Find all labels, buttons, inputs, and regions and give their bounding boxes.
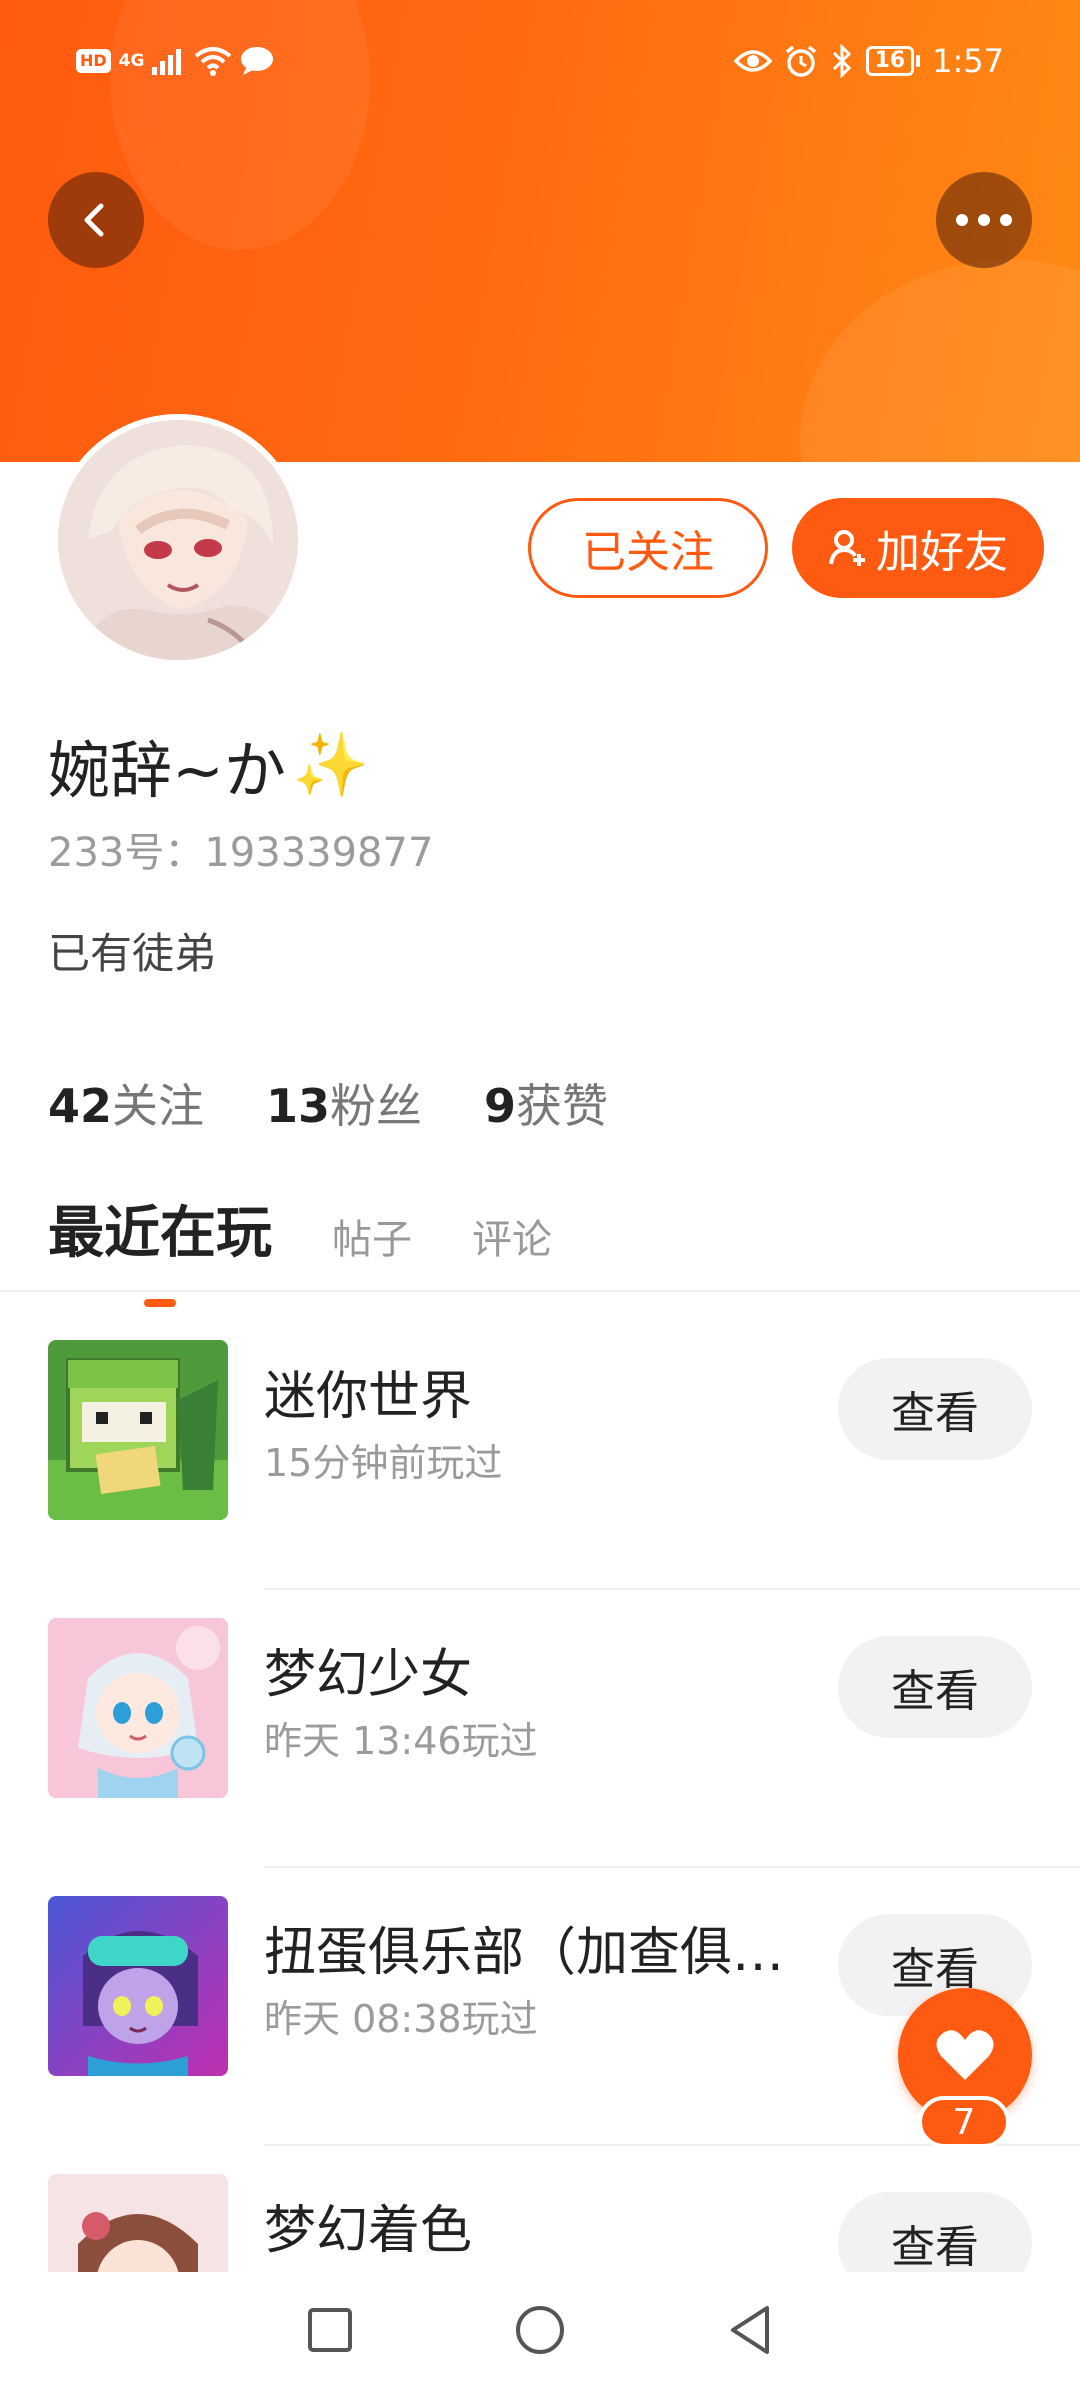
list-item[interactable]: 梦幻少女 昨天 13:46玩过 查看 [0,1590,1080,1868]
add-friend-button[interactable]: 加好友 [792,498,1044,598]
game-name: 梦幻少女 [264,1645,473,1705]
tab-recently-played[interactable]: 最近在玩 [48,1188,272,1307]
stat-label: 获赞 [516,1079,609,1133]
eye-icon [733,50,772,72]
list-item[interactable]: 迷你世界 15分钟前玩过 查看 [0,1312,1080,1590]
stat-number: 13 [266,1079,331,1133]
followed-button[interactable]: 已关注 [528,498,768,598]
sparkles-icon: ✨ [291,728,370,801]
profile-tabs: 最近在玩 帖子 评论 [48,1188,552,1307]
back-button[interactable] [48,172,144,268]
stat-number: 9 [484,1079,517,1133]
game-icon [48,1340,228,1520]
system-nav-bar [0,2272,1080,2388]
stat-label: 粉丝 [330,1079,423,1133]
stat-fans[interactable]: 13粉丝 [266,1070,422,1136]
avatar[interactable] [52,414,304,666]
stat-likes[interactable]: 9获赞 [484,1070,608,1136]
triangle-back-icon [731,2306,769,2354]
status-time: 1:57 [932,42,1004,80]
username: 婉辞~か ✨ [48,720,369,810]
home-button[interactable] [510,2300,570,2360]
game-name: 迷你世界 [264,1367,473,1427]
game-name: 梦幻着色 [264,2201,473,2261]
like-count-badge: 7 [918,2096,1010,2148]
view-button[interactable]: 查看 [838,1358,1032,1460]
banner-decoration [800,260,1080,462]
signal-icon [152,49,182,75]
bluetooth-icon [832,44,851,78]
network-type: 4G [118,51,145,71]
wifi-icon [195,47,232,76]
profile-banner: HD 4G 16 1:57 [0,0,1080,462]
more-dots-icon [956,214,1012,226]
recents-button[interactable] [300,2300,360,2360]
chevron-left-icon [84,203,104,237]
message-icon [241,47,274,75]
tab-comments[interactable]: 评论 [472,1207,552,1269]
stat-label: 关注 [112,1079,205,1133]
hd-badge: HD [76,49,111,73]
game-last-played: 15分钟前玩过 [264,1441,503,1485]
game-last-played: 昨天 13:46玩过 [264,1719,538,1763]
stat-number: 42 [48,1079,113,1133]
user-id: 233号：193339877 [48,830,434,876]
game-icon [48,1896,228,2076]
more-options-button[interactable] [936,172,1032,268]
username-text: 婉辞~か [48,734,286,807]
stat-following[interactable]: 42关注 [48,1070,204,1136]
add-user-icon [829,530,865,566]
tab-label: 最近在玩 [48,1201,272,1266]
divider [0,1290,1080,1292]
circle-icon [516,2306,564,2354]
game-last-played: 昨天 08:38玩过 [264,1997,538,2041]
square-icon [308,2308,352,2352]
tab-indicator [144,1299,176,1307]
game-icon [48,1618,228,1798]
battery-icon: 16 [865,46,921,76]
battery-level: 16 [865,46,915,76]
game-name: 扭蛋俱乐部（加查俱乐部） [264,1923,804,1983]
view-button[interactable]: 查看 [838,1636,1032,1738]
avatar-image [58,420,298,660]
tab-posts[interactable]: 帖子 [332,1207,412,1269]
alarm-icon [785,45,816,77]
profile-stats: 42关注 13粉丝 9获赞 [48,1070,608,1136]
heart-icon [936,2030,994,2080]
user-bio: 已有徒弟 [48,929,217,978]
add-friend-label: 加好友 [876,527,1008,578]
back-nav-button[interactable] [720,2300,780,2360]
status-bar: HD 4G 16 1:57 [0,38,1080,90]
